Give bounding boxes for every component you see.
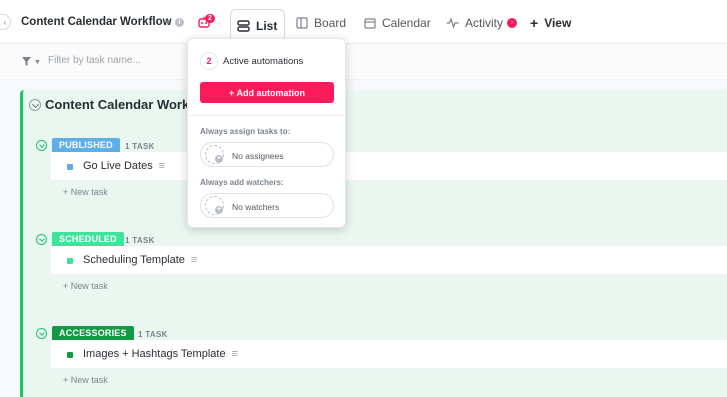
- filter-bar: ▼: [0, 44, 727, 80]
- tab-activity-label: Activity: [465, 16, 504, 30]
- task-count: 1 TASK: [138, 330, 168, 339]
- tab-calendar[interactable]: Calendar: [358, 9, 437, 37]
- menu-lines-icon[interactable]: ≡: [232, 348, 238, 360]
- status-badge-scheduled: SCHEDULED: [52, 232, 124, 246]
- plus-icon: +: [215, 155, 223, 163]
- info-icon[interactable]: i: [175, 18, 184, 27]
- status-badge-accessories: ACCESSORIES: [52, 326, 134, 340]
- collapse-list-icon[interactable]: [29, 99, 41, 111]
- plus-icon: +: [215, 206, 223, 214]
- status-square-icon[interactable]: [67, 164, 73, 170]
- top-bar: ‹ Content Calendar Workflow ▼ i 2 List B…: [0, 0, 727, 44]
- collapse-sidebar-button[interactable]: ‹: [0, 14, 11, 30]
- table-row[interactable]: Images + Hashtags Template ≡: [51, 340, 727, 369]
- workspace-title[interactable]: Content Calendar Workflow: [21, 16, 172, 28]
- add-automation-button[interactable]: + Add automation: [200, 82, 334, 103]
- table-row[interactable]: Go Live Dates ≡: [51, 152, 727, 181]
- automations-popup: 2 Active automations + Add automation Al…: [187, 38, 346, 228]
- menu-lines-icon[interactable]: ≡: [159, 160, 165, 172]
- divider: [188, 115, 345, 116]
- tab-board-label: Board: [314, 16, 347, 30]
- task-name[interactable]: Images + Hashtags Template ≡: [83, 348, 238, 360]
- tab-calendar-label: Calendar: [382, 16, 431, 30]
- list-icon: [237, 20, 250, 32]
- chevron-down-icon[interactable]: ▼: [164, 18, 172, 27]
- collapse-group-icon[interactable]: [36, 328, 47, 339]
- task-name[interactable]: Scheduling Template ≡: [83, 254, 197, 266]
- task-name[interactable]: Go Live Dates ≡: [83, 160, 165, 172]
- calendar-icon: [364, 18, 376, 29]
- tab-activity[interactable]: Activity ›: [440, 9, 523, 37]
- task-count: 1 TASK: [125, 236, 155, 245]
- tab-list-label: List: [256, 19, 278, 33]
- chevron-down-icon[interactable]: ▼: [34, 59, 41, 66]
- add-view-label: View: [544, 16, 572, 30]
- automation-count-badge: 2: [205, 14, 215, 23]
- watchers-value: No watchers: [232, 202, 280, 212]
- activity-icon: [446, 17, 459, 29]
- board-icon: [296, 17, 308, 29]
- new-task-button[interactable]: + New task: [63, 375, 108, 385]
- collapse-group-icon[interactable]: [36, 140, 47, 151]
- plus-icon: +: [530, 15, 539, 31]
- new-task-button[interactable]: + New task: [63, 281, 108, 291]
- filter-icon[interactable]: [22, 57, 31, 66]
- assignees-value: No assignees: [232, 151, 284, 161]
- tab-board[interactable]: Board: [290, 9, 352, 37]
- collapse-group-icon[interactable]: [36, 234, 47, 245]
- status-square-icon[interactable]: [67, 258, 73, 264]
- status-badge-published: PUBLISHED: [52, 138, 120, 152]
- add-view-button[interactable]: + View: [524, 9, 577, 37]
- task-count: 1 TASK: [125, 142, 155, 151]
- menu-lines-icon[interactable]: ≡: [191, 254, 197, 266]
- assign-label: Always assign tasks to:: [200, 127, 291, 136]
- table-row[interactable]: Scheduling Template ≡: [51, 246, 727, 275]
- automation-count: 2: [200, 52, 218, 70]
- watchers-label: Always add watchers:: [200, 178, 284, 187]
- scroll-right-icon[interactable]: ›: [507, 18, 518, 28]
- status-square-icon[interactable]: [67, 352, 73, 358]
- new-task-button[interactable]: + New task: [63, 187, 108, 197]
- assignees-field[interactable]: + No assignees: [200, 142, 334, 167]
- active-automations-label[interactable]: Active automations: [223, 56, 303, 67]
- watchers-field[interactable]: + No watchers: [200, 193, 334, 218]
